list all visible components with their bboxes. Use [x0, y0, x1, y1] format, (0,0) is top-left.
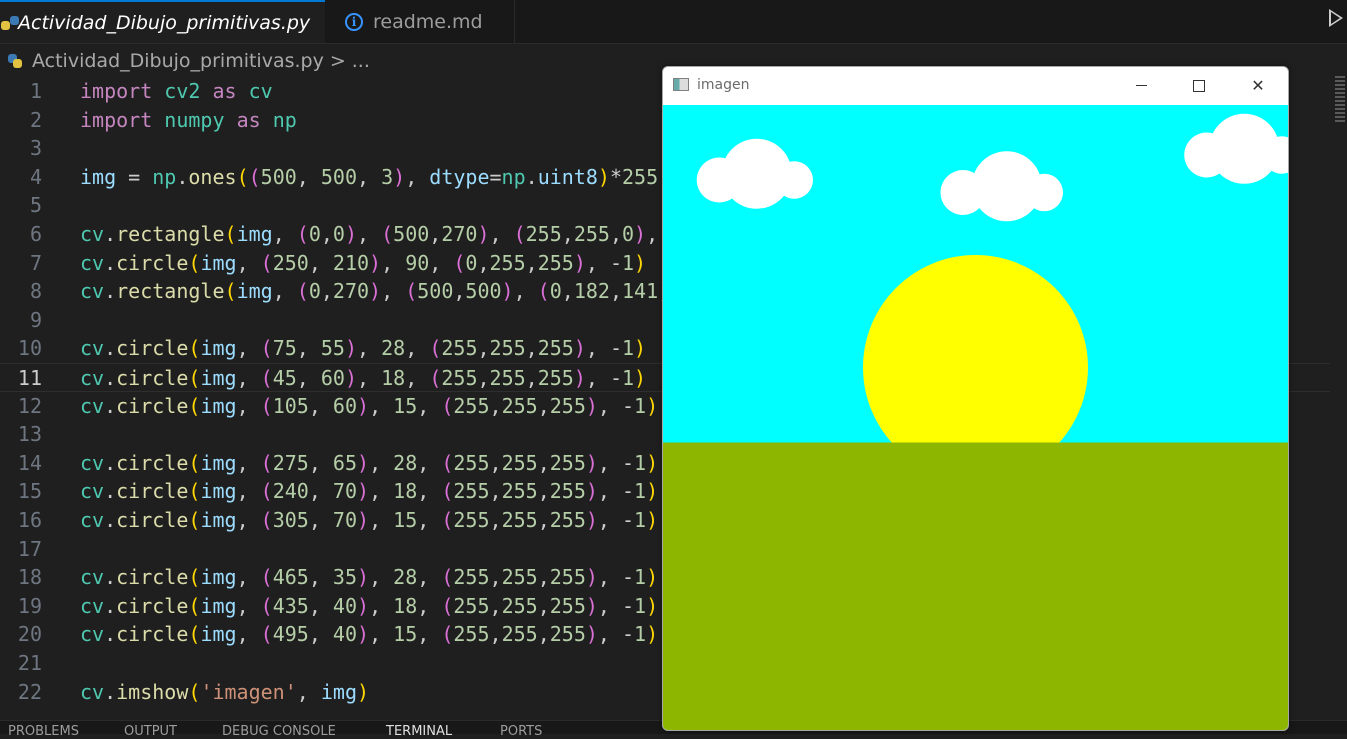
- ground: [663, 442, 1288, 730]
- minimize-icon: [1135, 85, 1147, 86]
- rendered-image: [663, 105, 1288, 730]
- code-text: import numpy as np: [80, 107, 297, 132]
- window-title: imagen: [697, 77, 750, 93]
- info-icon: i: [345, 12, 363, 31]
- breadcrumb-ellipsis[interactable]: ...: [352, 50, 370, 72]
- code-text: cv.circle(img, (465, 35), 28, (255,255,2…: [80, 565, 659, 590]
- line-number: 17: [17, 536, 42, 561]
- code-text: cv.circle(img, (45, 60), 18, (255,255,25…: [80, 366, 647, 390]
- line-number: 4: [29, 164, 42, 189]
- minimap[interactable]: [1335, 76, 1345, 124]
- tab-actividad-dibujo[interactable]: Actividad_Dibujo_primitivas.py ✕: [0, 0, 343, 43]
- code-text: cv.imshow('imagen', img): [80, 679, 370, 704]
- window-app-icon: [673, 78, 689, 91]
- line-number: 13: [17, 422, 42, 447]
- maximize-button[interactable]: [1170, 67, 1228, 104]
- code-text: cv.circle(img, (435, 40), 18, (255,255,2…: [80, 593, 659, 618]
- line-number: 1: [29, 79, 42, 103]
- line-number: 15: [17, 479, 42, 504]
- image-canvas: [663, 105, 1288, 730]
- code-text: cv.circle(img, (250, 210), 90, (0,255,25…: [80, 250, 647, 275]
- line-number: 9: [29, 307, 42, 332]
- breadcrumb: Actividad_Dibujo_primitivas.py > ...: [8, 48, 370, 74]
- tab-terminal[interactable]: TERMINAL: [386, 724, 452, 739]
- line-number: 21: [17, 651, 42, 675]
- tab-label: Actividad_Dibujo_primitivas.py: [18, 11, 311, 34]
- close-icon: ✕: [1251, 76, 1265, 95]
- image-window[interactable]: imagen ✕: [662, 66, 1289, 731]
- code-text: cv.circle(img, (495, 40), 15, (255,255,2…: [80, 622, 659, 647]
- line-number: 10: [17, 336, 42, 361]
- line-number: 18: [17, 565, 42, 590]
- line-number: 14: [17, 450, 42, 475]
- line-number: 7: [29, 250, 42, 275]
- line-number: 11: [17, 366, 42, 390]
- run-python-file-icon[interactable]: [1329, 9, 1343, 27]
- line-number: 22: [17, 679, 42, 704]
- code-text: import cv2 as cv: [80, 79, 273, 103]
- line-number: 3: [29, 136, 42, 161]
- line-number: 20: [17, 622, 42, 647]
- code-text: cv.circle(img, (275, 65), 28, (255,255,2…: [80, 450, 659, 475]
- code-text: img = np.ones((500, 500, 3), dtype=np.ui…: [80, 164, 659, 189]
- line-number: 12: [17, 393, 42, 418]
- editor-tab-bar: Actividad_Dibujo_primitivas.py ✕ i readm…: [0, 0, 1347, 44]
- tab-ports[interactable]: PORTS: [500, 724, 542, 739]
- code-text: cv.circle(img, (305, 70), 15, (255,255,2…: [80, 508, 659, 532]
- code-text: cv.circle(img, (75, 55), 28, (255,255,25…: [80, 336, 647, 361]
- line-number: 5: [29, 193, 42, 218]
- breadcrumb-file[interactable]: Actividad_Dibujo_primitivas.py: [32, 50, 324, 72]
- line-number: 8: [29, 279, 42, 304]
- close-button[interactable]: ✕: [1229, 67, 1287, 104]
- tab-output[interactable]: OUTPUT: [124, 724, 177, 739]
- code-text: cv.rectangle(img, (0,270), (500,500), (0…: [80, 279, 730, 304]
- code-text: cv.rectangle(img, (0,0), (500,270), (255…: [80, 222, 706, 246]
- code-text: cv.circle(img, (240, 70), 18, (255,255,2…: [80, 479, 659, 504]
- window-titlebar[interactable]: imagen ✕: [663, 67, 1288, 104]
- minimize-button[interactable]: [1112, 67, 1170, 104]
- line-number: 16: [17, 508, 42, 532]
- python-file-icon: [8, 54, 22, 68]
- maximize-icon: [1193, 79, 1205, 92]
- tab-label: readme.md: [373, 10, 483, 33]
- line-number: 6: [29, 222, 42, 246]
- chevron-right-icon: >: [329, 50, 346, 72]
- tab-readme[interactable]: i readme.md: [325, 0, 515, 43]
- code-text: cv.circle(img, (105, 60), 15, (255,255,2…: [80, 393, 659, 418]
- tab-problems[interactable]: PROBLEMS: [8, 724, 79, 739]
- tab-debug-console[interactable]: DEBUG CONSOLE: [222, 724, 336, 739]
- line-number: 19: [17, 593, 42, 618]
- line-number: 2: [29, 107, 42, 132]
